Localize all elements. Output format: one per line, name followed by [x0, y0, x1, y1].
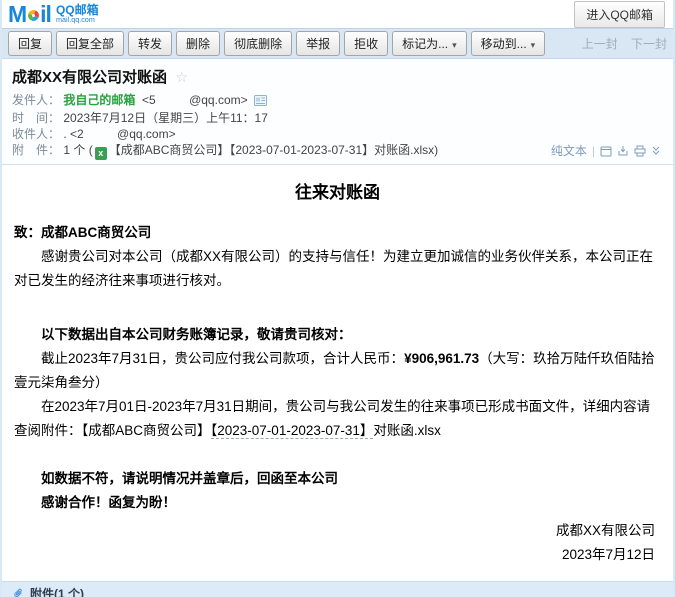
save-icon[interactable] — [617, 145, 629, 157]
sender-name[interactable]: 我自己的邮箱 — [63, 93, 135, 107]
date-range-link[interactable]: 【2023-07-01-2023-07-31】 — [211, 423, 374, 439]
plain-text-toggle[interactable]: 纯文本 — [551, 142, 587, 159]
time-row: 时 间： 2023年7月12日（星期三）上午11：17 — [12, 110, 663, 126]
records-heading: 以下数据出自本公司财务账簿记录，敬请贵司核对： — [14, 323, 661, 347]
mark-as-dropdown[interactable]: 标记为... ▾ — [392, 31, 467, 56]
logo-ring-icon — [26, 8, 41, 23]
logo-domain-text: mail.qq.com — [56, 16, 95, 23]
chevron-down-icon: ▾ — [531, 40, 536, 50]
mail-nav: 上一封 下一封 — [572, 35, 667, 52]
signature-company: 成都XX有限公司 — [14, 519, 655, 543]
divider: | — [592, 144, 595, 158]
period-suffix: 对账函.xlsx — [373, 423, 441, 438]
attachments-section-title: 附件(1 个) — [30, 585, 84, 597]
logo-letter-m: M — [8, 3, 26, 26]
amount-prefix: 截止2023年7月31日，贵公司应付我公司款项，合计人民币： — [41, 351, 404, 366]
attachment-name[interactable]: 【成都ABC商贸公司】【2023-07-01-2023-07-31】对账函.xl… — [109, 143, 438, 157]
contact-card-icon[interactable] — [254, 94, 267, 110]
attachments-section-header: 附件(1 个) — [2, 581, 673, 597]
mismatch-note: 如数据不符，请说明情况并盖章后，回函至本公司 — [14, 467, 661, 491]
logo-wordmark: QQ邮箱 mail.qq.com — [56, 4, 99, 24]
recipient-address: . <2 @qq.com> — [63, 127, 175, 141]
delete-button[interactable]: 删除 — [176, 31, 220, 56]
enter-qqmail-button[interactable]: 进入QQ邮箱 — [574, 1, 665, 28]
from-label: 发件人： — [12, 93, 60, 107]
period-paragraph: 在2023年7月01日-2023年7月31日期间，贵公司与我公司发生的往来事项已… — [14, 395, 661, 443]
qqmail-read-page: M il QQ邮箱 mail.qq.com 进入QQ邮箱 回复 回复全部 转发 … — [0, 0, 675, 597]
chevron-down-icon: ▾ — [452, 40, 457, 50]
time-value: 2023年7月12日（星期三）上午11：17 — [63, 111, 268, 125]
move-to-label: 移动到... — [481, 37, 527, 51]
delete-completely-button[interactable]: 彻底删除 — [224, 31, 292, 56]
move-to-dropdown[interactable]: 移动到... ▾ — [471, 31, 546, 56]
collapse-header-icon[interactable] — [651, 145, 661, 157]
prev-mail-link[interactable]: 上一封 — [582, 37, 618, 51]
logo-letters-il: il — [40, 3, 51, 26]
open-in-new-window-icon[interactable] — [600, 145, 612, 157]
star-icon[interactable]: ☆ — [175, 69, 188, 85]
signature-block: 成都XX有限公司 2023年7月12日 — [14, 519, 661, 567]
mail-body: 往来对账函 致：成都ABC商贸公司 感谢贵公司对本公司（成都XX有限公司）的支持… — [2, 165, 673, 567]
next-mail-link[interactable]: 下一封 — [631, 37, 667, 51]
to-label: 收件人： — [12, 127, 60, 141]
thanks-note: 感谢合作！函复为盼！ — [14, 491, 661, 515]
reply-button[interactable]: 回复 — [8, 31, 52, 56]
report-button[interactable]: 举报 — [296, 31, 340, 56]
print-icon[interactable] — [634, 145, 646, 157]
mark-as-label: 标记为... — [402, 37, 448, 51]
from-row: 发件人： 我自己的邮箱 <5 @qq.com> — [12, 92, 663, 110]
letter-title: 往来对账函 — [14, 181, 661, 205]
qqmail-logo[interactable]: M il QQ邮箱 mail.qq.com — [8, 3, 99, 26]
sender-address: <5 @qq.com> — [139, 93, 251, 107]
to-row: 收件人： . <2 @qq.com> — [12, 126, 663, 142]
top-header: M il QQ邮箱 mail.qq.com 进入QQ邮箱 — [2, 0, 673, 28]
time-label: 时 间： — [12, 111, 60, 125]
logo-qqmail-text: QQ邮箱 — [56, 4, 99, 16]
amount-value: ¥906,961.73 — [404, 351, 479, 366]
intro-paragraph: 感谢贵公司对本公司（成都XX有限公司）的支持与信任！为建立更加诚信的业务伙伴关系… — [14, 245, 661, 293]
forward-button[interactable]: 转发 — [128, 31, 172, 56]
salutation: 致：成都ABC商贸公司 — [14, 221, 661, 245]
paperclip-icon — [12, 587, 25, 597]
excel-mini-icon: x — [95, 147, 107, 160]
subject-row: 成都XX有限公司对账函 ☆ — [12, 66, 663, 87]
attachment-label: 附 件： — [12, 143, 60, 157]
view-tools: 纯文本 | — [551, 142, 661, 159]
attachment-count: 1 个 ( — [63, 143, 92, 157]
mail-header: 成都XX有限公司对账函 ☆ 发件人： 我自己的邮箱 <5 @qq.com> 时 … — [2, 59, 673, 165]
signature-date: 2023年7月12日 — [14, 543, 655, 567]
reply-all-button[interactable]: 回复全部 — [56, 31, 124, 56]
reject-button[interactable]: 拒收 — [344, 31, 388, 56]
mail-subject: 成都XX有限公司对账函 — [12, 69, 167, 86]
mail-toolbar: 回复 回复全部 转发 删除 彻底删除 举报 拒收 标记为... ▾ 移动到... ▾… — [2, 28, 673, 59]
amount-paragraph: 截止2023年7月31日，贵公司应付我公司款项，合计人民币：¥906,961.7… — [14, 347, 661, 395]
